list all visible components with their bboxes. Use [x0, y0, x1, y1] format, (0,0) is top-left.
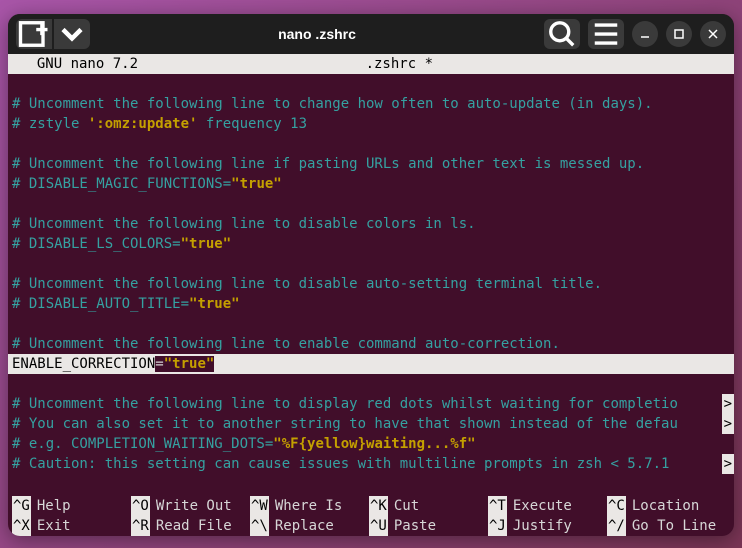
- help-item: ^/ Go To Line: [607, 516, 726, 536]
- terminal-window: nano .zshrc GNU nano 7.2 .zshrc *: [8, 14, 734, 536]
- help-key: ^X: [12, 516, 31, 536]
- help-item: ^W Where Is: [250, 496, 369, 516]
- editor-line: # Caution: this setting can cause issues…: [8, 454, 734, 474]
- editor-line: # Uncomment the following line if pastin…: [8, 154, 734, 174]
- help-item: ^C Location: [607, 496, 726, 516]
- titlebar: nano .zshrc: [8, 14, 734, 54]
- editor-line: # DISABLE_AUTO_TITLE="true": [8, 294, 734, 314]
- help-item: ^\ Replace: [250, 516, 369, 536]
- help-label: Exit: [37, 516, 71, 536]
- help-label: Help: [37, 496, 71, 516]
- editor-line: [8, 314, 734, 334]
- help-key: ^\: [250, 516, 269, 536]
- help-label: Replace: [275, 516, 334, 536]
- help-label: Justify: [513, 516, 572, 536]
- editor-line: [8, 74, 734, 94]
- help-key: ^R: [131, 516, 150, 536]
- help-key: ^T: [488, 496, 507, 516]
- editor-content[interactable]: # Uncomment the following line to change…: [8, 74, 734, 474]
- editor-line: # e.g. COMPLETION_WAITING_DOTS="%F{yello…: [8, 434, 734, 454]
- help-item: ^T Execute: [488, 496, 607, 516]
- help-item: ^K Cut: [369, 496, 488, 516]
- editor-line: # Uncomment the following line to displa…: [8, 394, 734, 414]
- help-key: ^/: [607, 516, 626, 536]
- help-item: ^R Read File: [131, 516, 250, 536]
- nano-help-bar: ^G Help ^O Write Out ^W Where Is ^K Cut ^T Execut…: [8, 496, 734, 536]
- help-item: ^O Write Out: [131, 496, 250, 516]
- editor-line: # DISABLE_MAGIC_FUNCTIONS="true": [8, 174, 734, 194]
- help-key: ^W: [250, 496, 269, 516]
- editor-line: # Uncomment the following line to enable…: [8, 334, 734, 354]
- help-key: ^J: [488, 516, 507, 536]
- tab-dropdown-button[interactable]: [54, 19, 90, 49]
- minimize-button[interactable]: [632, 21, 658, 47]
- help-label: Location: [632, 496, 699, 516]
- editor-line: [8, 194, 734, 214]
- help-label: Read File: [156, 516, 232, 536]
- editor-line: [8, 254, 734, 274]
- help-item: ^J Justify: [488, 516, 607, 536]
- help-label: Paste: [394, 516, 436, 536]
- menu-button[interactable]: [588, 19, 624, 49]
- nano-status-bar: GNU nano 7.2 .zshrc *: [8, 54, 734, 74]
- help-key: ^K: [369, 496, 388, 516]
- help-key: ^U: [369, 516, 388, 536]
- help-item: ^U Paste: [369, 516, 488, 536]
- close-button[interactable]: [700, 21, 726, 47]
- editor-line: # zstyle ':omz:update' frequency 13: [8, 114, 734, 134]
- help-key: ^G: [12, 496, 31, 516]
- help-label: Execute: [513, 496, 572, 516]
- editor-line: # Uncomment the following line to disabl…: [8, 274, 734, 294]
- help-key: ^C: [607, 496, 626, 516]
- help-label: Cut: [394, 496, 419, 516]
- editor-line: [8, 374, 734, 394]
- new-tab-button[interactable]: [16, 19, 52, 49]
- help-label: Where Is: [275, 496, 342, 516]
- help-key: ^O: [131, 496, 150, 516]
- search-button[interactable]: [544, 19, 580, 49]
- editor-line: # DISABLE_LS_COLORS="true": [8, 234, 734, 254]
- editor-line: # Uncomment the following line to change…: [8, 94, 734, 114]
- window-title: nano .zshrc: [90, 26, 544, 42]
- editor-line: ENABLE_CORRECTION="true": [8, 354, 734, 374]
- editor-line: [8, 134, 734, 154]
- help-label: Go To Line: [632, 516, 716, 536]
- maximize-button[interactable]: [666, 21, 692, 47]
- editor-line: # Uncomment the following line to disabl…: [8, 214, 734, 234]
- help-item: ^G Help: [12, 496, 131, 516]
- help-label: Write Out: [156, 496, 232, 516]
- help-item: ^X Exit: [12, 516, 131, 536]
- editor-line: # You can also set it to another string …: [8, 414, 734, 434]
- terminal-content[interactable]: GNU nano 7.2 .zshrc * # Uncomment the fo…: [8, 54, 734, 536]
